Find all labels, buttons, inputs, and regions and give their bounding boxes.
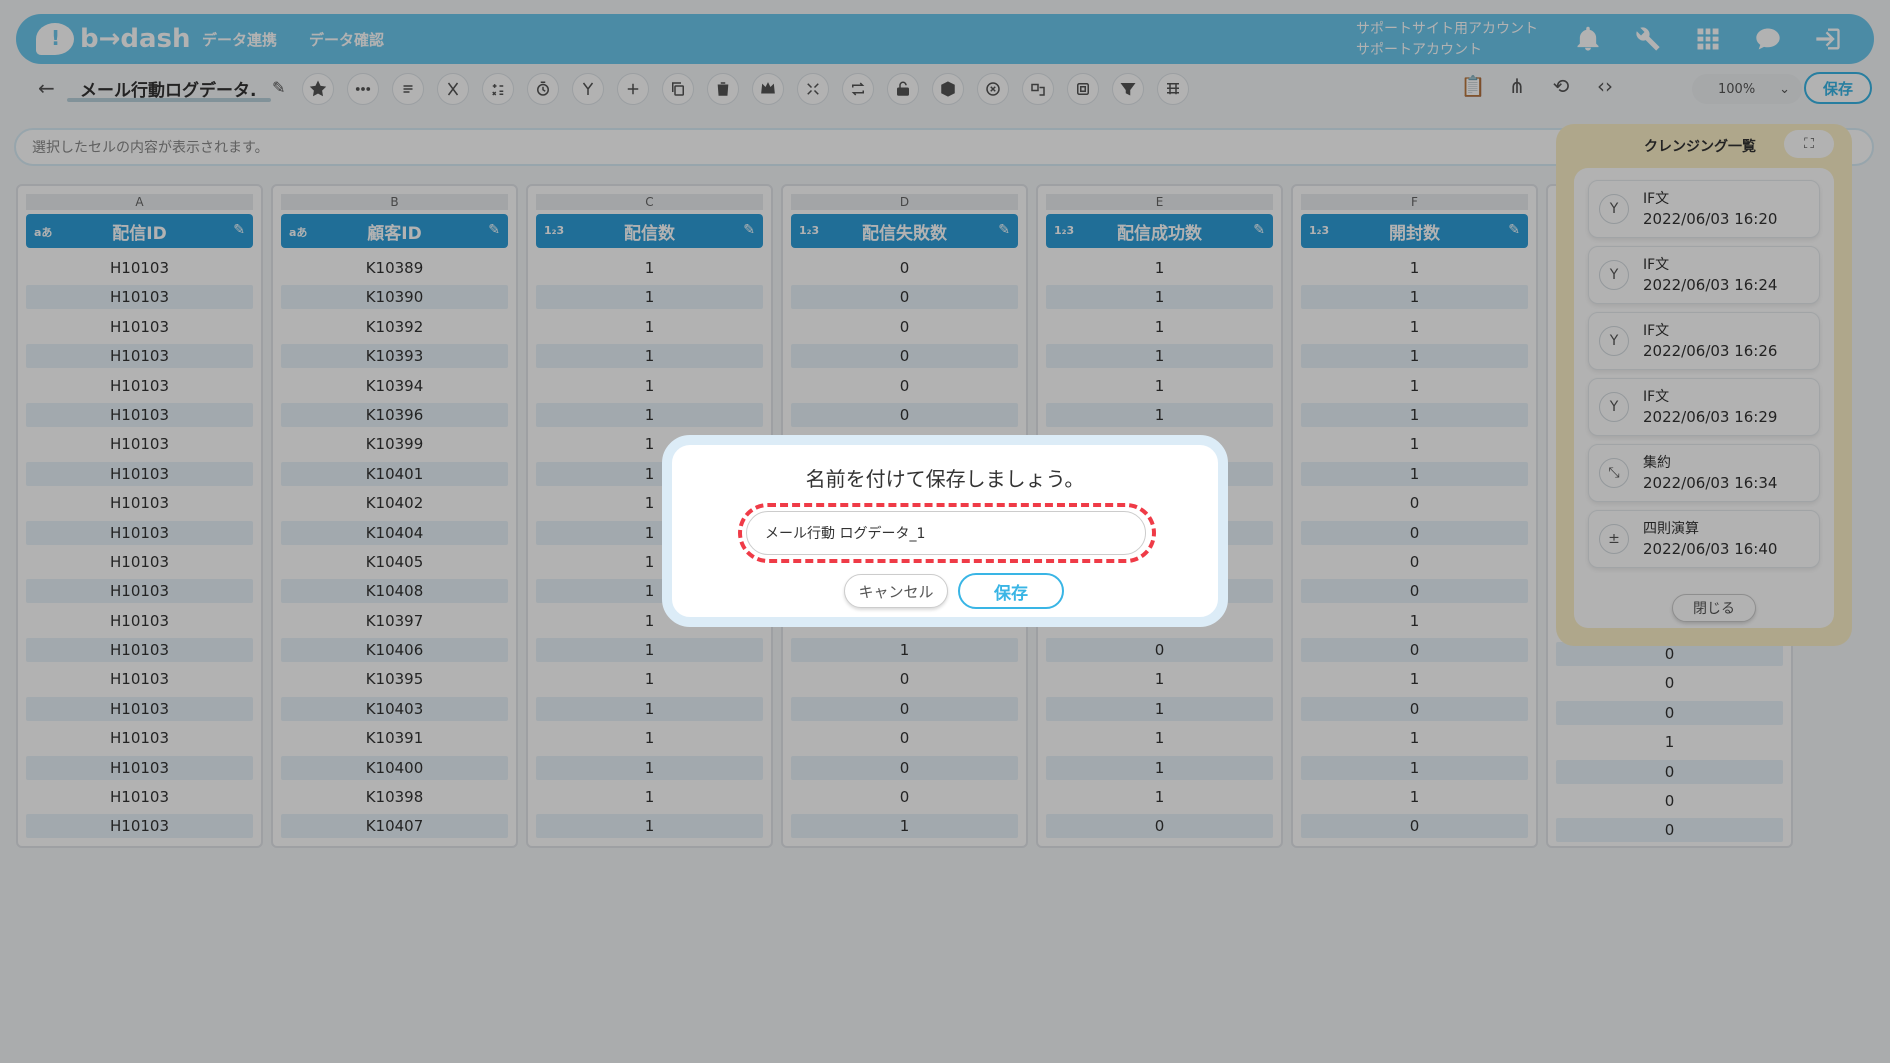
input-highlight-annotation — [738, 503, 1156, 563]
dialog-save-button[interactable]: 保存 — [958, 573, 1064, 609]
save-as-dialog: 名前を付けて保存しましょう。 メール行動 ログデータ_1 キャンセル 保存 — [662, 435, 1228, 627]
dialog-title: 名前を付けて保存しましょう。 — [805, 467, 1085, 491]
cancel-button[interactable]: キャンセル — [844, 574, 948, 608]
